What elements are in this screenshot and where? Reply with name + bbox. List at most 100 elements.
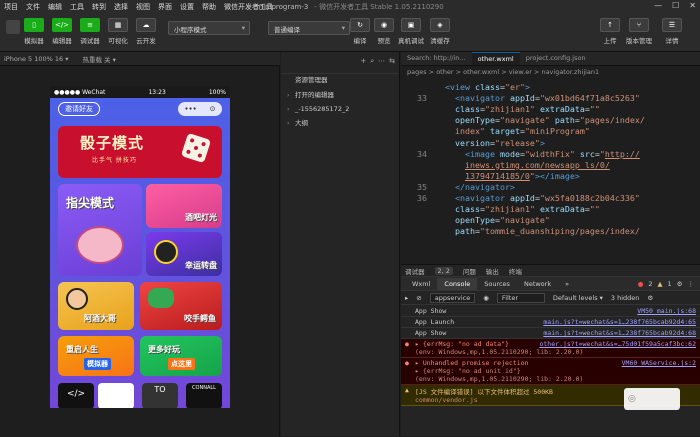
mode-select[interactable]: 小程序模式 ▾ xyxy=(168,21,250,35)
mini-tile[interactable]: TO xyxy=(142,383,178,408)
fingertip-mode-card[interactable]: 指尖模式 xyxy=(58,184,142,276)
menu-devtools[interactable]: 微信开发者工具 xyxy=(220,2,277,12)
clear-icon[interactable]: ⊘ xyxy=(416,294,421,302)
console-entry[interactable]: ● ▸ Unhandled promise rejection ▸ {errMsg:… xyxy=(401,358,700,385)
more-icon[interactable]: ⋯ xyxy=(378,57,385,66)
gear-icon[interactable]: ⚙ xyxy=(647,294,653,302)
tab-debugger[interactable]: 调试器 xyxy=(405,266,425,276)
tab-project-config[interactable]: project.config.json xyxy=(520,52,592,65)
details-button[interactable]: ☰ 详情 xyxy=(662,18,682,45)
croc-card[interactable]: 咬手鳄鱼 xyxy=(140,282,222,330)
debugger-button[interactable]: ≡ 调试器 xyxy=(80,18,100,45)
close-circle-icon[interactable]: ⊙ xyxy=(210,105,216,113)
close-icon[interactable]: ✕ xyxy=(689,1,696,10)
code-line[interactable]: path="tommie_duanshiping/pages/index/ xyxy=(445,226,640,237)
menu-select[interactable]: 选择 xyxy=(110,2,132,12)
mini-tile[interactable]: </> xyxy=(58,383,94,408)
menu-interface[interactable]: 界面 xyxy=(154,2,176,12)
code-line[interactable]: openType="navigate" xyxy=(445,215,550,226)
console-log[interactable]: App Show VM50 main.js:68 App Launch main.js… xyxy=(401,306,700,437)
compile-button[interactable]: ↻ 编译 xyxy=(350,18,370,45)
new-file-icon[interactable]: + xyxy=(360,57,366,66)
eye-icon[interactable]: ◉ xyxy=(483,294,489,302)
hotreload-select[interactable]: 热重载 关 ▾ xyxy=(82,54,115,64)
code-line[interactable]: index" target="miniProgram" xyxy=(445,126,590,137)
menu-edit[interactable]: 编辑 xyxy=(44,2,66,12)
code-line[interactable]: class="zhijian1" extraData="" xyxy=(445,204,600,215)
maximize-icon[interactable]: ☐ xyxy=(672,1,679,10)
tab-search[interactable]: Search: http://in... xyxy=(401,52,472,65)
levels-select[interactable]: Default levels ▾ xyxy=(553,294,603,302)
console-entry[interactable]: ● ▸ {errMsg: "no ad data"} (env: Windows,m… xyxy=(401,339,700,358)
tree-item-project[interactable]: › _-1556285172_2 xyxy=(281,102,400,116)
visual-button[interactable]: ▦ 可视化 xyxy=(108,18,128,45)
source-link[interactable]: other.js?t=wechat&s=…75d01f59a5caf3bc:62 xyxy=(539,340,696,348)
tab-output[interactable]: 输出 xyxy=(486,266,499,276)
more-tabs-icon[interactable]: » xyxy=(558,278,576,290)
more-vert-icon[interactable]: ⋮ xyxy=(688,280,695,288)
preview-button[interactable]: ◉ 预览 xyxy=(374,18,394,45)
code-line[interactable]: class="zhijian1" extraData="" xyxy=(445,104,600,115)
code-line[interactable]: <navigator appId="wx01bd64f71a8c5263" xyxy=(445,93,640,104)
device-select[interactable]: iPhone 5 100% 16 ▾ xyxy=(4,55,68,63)
filter-input[interactable]: Filter xyxy=(496,292,545,303)
source-link[interactable]: VM50 main.js:68 xyxy=(637,307,696,315)
mini-tile[interactable]: CONNALL xyxy=(186,383,222,408)
code-line[interactable]: openType="navigate" path="pages/index/ xyxy=(445,115,645,126)
console-entry[interactable]: App Show VM50 main.js:68 xyxy=(401,306,700,317)
cloud-button[interactable]: ☁ 云开发 xyxy=(136,18,156,45)
tab-issues[interactable]: 问题 xyxy=(463,266,476,276)
capsule-menu[interactable]: ••• ⊙ xyxy=(178,102,222,116)
code-line[interactable]: <view class="er"> xyxy=(445,82,530,93)
menu-help[interactable]: 帮助 xyxy=(198,2,220,12)
menu-tools[interactable]: 工具 xyxy=(66,2,88,12)
remote-debug-button[interactable]: ▣ 真机调试 xyxy=(398,18,424,45)
avatar[interactable] xyxy=(6,20,20,34)
tab-terminal[interactable]: 终端 xyxy=(509,266,522,276)
tree-item-outline[interactable]: › 大纲 xyxy=(281,116,400,130)
search-icon[interactable]: ⌕ xyxy=(370,57,374,66)
code-line[interactable]: <image mode="widthFix" src="http:// xyxy=(445,149,640,160)
tab-console[interactable]: Console xyxy=(437,277,478,290)
source-link[interactable]: VM60 WAService.js:2 xyxy=(622,359,696,367)
restart-life-card[interactable]: 重启人生 模拟器 xyxy=(58,336,134,376)
upload-button[interactable]: ↑ 上传 xyxy=(600,18,620,45)
tab-sources[interactable]: Sources xyxy=(477,278,517,290)
menu-file[interactable]: 文件 xyxy=(22,2,44,12)
dice-mode-banner[interactable]: 骰子模式 比手气 拼技巧 xyxy=(58,126,222,178)
tab-wxml[interactable]: Wxml xyxy=(405,278,437,290)
version-button[interactable]: ⑂ 版本管理 xyxy=(626,18,652,45)
tree-item-open-editors[interactable]: › 打开的编辑器 xyxy=(281,88,400,102)
tab-other-wxml[interactable]: other.wxml xyxy=(471,52,520,65)
simulator-button[interactable]: ▯ 模拟器 xyxy=(24,18,44,45)
gear-icon[interactable]: ⚙ xyxy=(677,280,683,288)
compile-select[interactable]: 普通编译 ▾ xyxy=(268,21,350,35)
invite-button[interactable]: 邀请好友 xyxy=(58,102,100,116)
editor-button[interactable]: </> 编辑器 xyxy=(52,18,72,45)
sidebar-toggle-icon[interactable]: ▸ xyxy=(405,294,408,302)
menu-project[interactable]: 项目 xyxy=(0,2,22,12)
code-line[interactable]: 13794714185/0"></image> xyxy=(445,171,580,182)
code-line[interactable]: </navigator> xyxy=(445,182,515,193)
menu-settings[interactable]: 设置 xyxy=(176,2,198,12)
source-link[interactable]: main.js?t=wechat&s=1…238f765bcab92d4:65 xyxy=(543,318,696,326)
split-icon[interactable]: ⇆ xyxy=(389,57,395,66)
console-entry[interactable]: App Show main.js?t=wechat&s=1…238f765bcab… xyxy=(401,328,700,339)
code-line[interactable]: version="release"> xyxy=(445,138,545,149)
menu-view[interactable]: 视图 xyxy=(132,2,154,12)
console-entry[interactable]: App Launch main.js?t=wechat&s=1…238f765bc… xyxy=(401,317,700,328)
more-icon[interactable]: ••• xyxy=(184,105,196,113)
clear-cache-button[interactable]: ◈ 清缓存 xyxy=(430,18,450,45)
source-link[interactable]: main.js?t=wechat&s=1…238f765bcab92d4:68 xyxy=(543,329,696,337)
lucky-wheel-card[interactable]: 幸运转盘 xyxy=(146,232,222,276)
more-fun-card[interactable]: 更多好玩 点这里 xyxy=(140,336,222,376)
code-line[interactable]: <navigator appId="wx5fa0188c2b04c336" xyxy=(445,193,640,204)
code-line[interactable]: inews.gtimg.com/newsapp_ls/0/ xyxy=(445,160,610,171)
drinking-card[interactable]: 阿酒大哥 xyxy=(58,282,134,330)
bar-light-card[interactable]: 酒吧灯光 xyxy=(146,184,222,228)
context-select[interactable]: appservice xyxy=(429,292,476,303)
minimize-icon[interactable]: — xyxy=(654,1,662,10)
menu-goto[interactable]: 转到 xyxy=(88,2,110,12)
tab-network[interactable]: Network xyxy=(517,278,558,290)
mini-tile[interactable] xyxy=(98,383,134,408)
